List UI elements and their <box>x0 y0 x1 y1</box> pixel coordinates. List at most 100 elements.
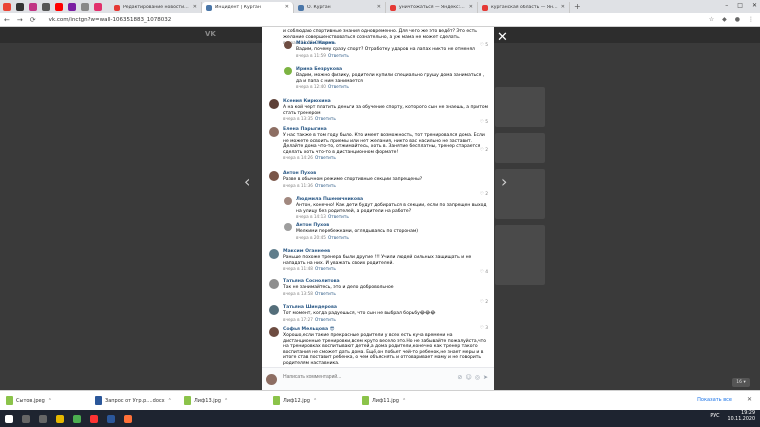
avatar[interactable] <box>269 305 279 315</box>
download-item[interactable]: Лиф13.jpg ⌃ <box>184 396 269 405</box>
like-button[interactable]: ♡ 5 <box>480 120 488 125</box>
avatar[interactable] <box>269 249 279 259</box>
comment-date[interactable]: вчера в 13:35 <box>283 116 313 121</box>
notes-icon[interactable] <box>42 2 50 11</box>
comment-date[interactable]: вчера в 14:26 <box>283 155 313 160</box>
browser-tab[interactable]: уничтожаться — Яндекс: нашл...✕ <box>386 2 478 13</box>
page-icon[interactable] <box>81 2 89 11</box>
reply-link[interactable]: Ответить <box>315 317 336 322</box>
browser-tab[interactable]: О. Курган ✕ <box>294 2 386 13</box>
browser-tab[interactable]: Редактирование новости № 9...✕ <box>110 2 202 13</box>
minimize-icon[interactable]: – <box>725 2 728 9</box>
vk-logo[interactable]: VK <box>205 30 216 38</box>
close-viewer-icon[interactable]: ✕ <box>497 30 508 45</box>
comment-date[interactable]: вчера в 13:58 <box>283 291 313 296</box>
menu-icon[interactable]: ⋮ <box>748 16 754 23</box>
reply-link[interactable]: Ответить <box>328 84 349 89</box>
reply-link[interactable]: Ответить <box>315 291 336 296</box>
maximize-icon[interactable]: □ <box>737 2 743 9</box>
tab-title: Редактирование новости № 9... <box>123 5 190 10</box>
avatar[interactable] <box>269 327 279 337</box>
gmail-icon[interactable] <box>3 2 11 11</box>
like-button[interactable]: ♡ 2 <box>480 148 488 153</box>
comment-date[interactable]: вчера в 14:13 <box>296 214 326 219</box>
reload-icon[interactable]: ⟳ <box>30 16 36 24</box>
browser-tab[interactable]: курганская область — Яндекс: нашл...✕ <box>478 2 570 13</box>
reply-link[interactable]: Ответить <box>315 266 336 271</box>
comment-date[interactable]: вчера в 12:40 <box>296 84 326 89</box>
chevron-up-icon[interactable]: ⌃ <box>224 398 228 404</box>
word-icon[interactable] <box>107 414 115 423</box>
reply-link[interactable]: Ответить <box>315 155 336 160</box>
download-filename: Лиф11.jpg <box>372 397 399 404</box>
avatar[interactable] <box>284 197 292 205</box>
like-button[interactable]: ♡ 4 <box>480 270 488 275</box>
comment-date[interactable]: вчера в 17:27 <box>283 317 313 322</box>
url-field[interactable]: vk.com/inctgn?w=wall-106351883_1078032 <box>49 17 172 23</box>
reply-link[interactable]: Ответить <box>315 116 336 121</box>
youtube-icon[interactable] <box>55 2 63 11</box>
chrome-icon[interactable] <box>73 414 81 423</box>
firefox-icon[interactable] <box>124 414 132 423</box>
clock[interactable]: 19:29 10.11.2020 <box>728 411 755 423</box>
search-icon[interactable] <box>22 414 30 423</box>
avatar[interactable] <box>284 41 292 49</box>
avatar[interactable] <box>269 279 279 289</box>
avatar[interactable] <box>269 99 279 109</box>
task-view-icon[interactable] <box>39 414 47 423</box>
camera-icon[interactable] <box>16 2 24 11</box>
reply-link[interactable]: Ответить <box>315 183 336 188</box>
back-icon[interactable]: ← <box>4 16 10 24</box>
language-indicator[interactable]: РУС <box>710 414 719 420</box>
download-item[interactable]: Лиф12.jpg ⌃ <box>273 396 358 405</box>
reply-link[interactable]: Ответить <box>328 214 349 219</box>
close-tab-icon[interactable]: ✕ <box>469 4 473 11</box>
counter-badge[interactable]: 16 ▾ <box>732 378 750 387</box>
forward-icon[interactable]: → <box>17 16 23 24</box>
close-tab-icon[interactable]: ✕ <box>377 4 381 11</box>
profile-icon[interactable]: ● <box>735 16 740 23</box>
comment-date[interactable]: вчера в 11:36 <box>283 183 313 188</box>
comment-date[interactable]: вчера в 20:45 <box>296 235 326 240</box>
chevron-up-icon[interactable]: ⌃ <box>402 398 406 404</box>
reply-link[interactable]: Ответить <box>328 235 349 240</box>
extensions-icon[interactable]: ◆ <box>722 16 727 23</box>
send-icon[interactable]: ➤ <box>483 374 488 381</box>
download-filename: Сытов.jpeg <box>16 397 45 404</box>
camera-icon[interactable]: ◎ <box>475 374 480 381</box>
star-icon[interactable]: ☆ <box>709 16 714 23</box>
download-filename: Лиф12.jpg <box>283 397 310 404</box>
avatar[interactable] <box>284 223 292 231</box>
new-tab-button[interactable]: + <box>570 2 581 11</box>
avatar[interactable] <box>269 171 279 181</box>
avatar[interactable] <box>269 127 279 137</box>
close-tab-icon[interactable]: ✕ <box>193 4 197 11</box>
chevron-up-icon[interactable]: ⌃ <box>48 398 52 404</box>
avatar[interactable] <box>284 67 292 75</box>
comment-input[interactable] <box>283 374 433 380</box>
next-arrow-icon[interactable]: › <box>501 172 507 191</box>
yandex-icon[interactable] <box>90 414 98 423</box>
chevron-up-icon[interactable]: ⌃ <box>313 398 317 404</box>
close-tab-icon[interactable]: ✕ <box>561 4 565 11</box>
close-tab-icon[interactable]: ✕ <box>285 4 289 11</box>
close-window-icon[interactable]: ✕ <box>752 2 757 9</box>
show-all-downloads-link[interactable]: Показать все <box>697 397 732 403</box>
emoji-icon[interactable]: ☺ <box>465 374 471 381</box>
comment-date[interactable]: вчера в 11:48 <box>283 266 313 271</box>
windows-start-icon[interactable] <box>5 414 13 423</box>
download-item[interactable]: Лиф11.jpg ⌃ <box>362 396 447 405</box>
download-item[interactable]: Запрос от Угр.р....docx ⌃ <box>95 396 180 405</box>
reply-link[interactable]: Ответить <box>328 53 349 58</box>
attach-icon[interactable]: ⊘ <box>457 374 462 381</box>
ublock-icon[interactable] <box>68 2 76 11</box>
browser-tab[interactable]: Инцидент | Курган ✕ <box>202 2 294 13</box>
chevron-up-icon[interactable]: ⌃ <box>168 398 172 404</box>
comment-date[interactable]: вчера в 11:59 <box>296 53 326 58</box>
prev-arrow-icon[interactable]: ‹ <box>244 172 250 191</box>
close-downloads-icon[interactable]: ✕ <box>747 396 752 403</box>
instagram2-icon[interactable] <box>94 2 102 11</box>
instagram-icon[interactable] <box>29 2 37 11</box>
download-item[interactable]: Сытов.jpeg ⌃ <box>6 396 91 405</box>
explorer-icon[interactable] <box>56 414 64 423</box>
